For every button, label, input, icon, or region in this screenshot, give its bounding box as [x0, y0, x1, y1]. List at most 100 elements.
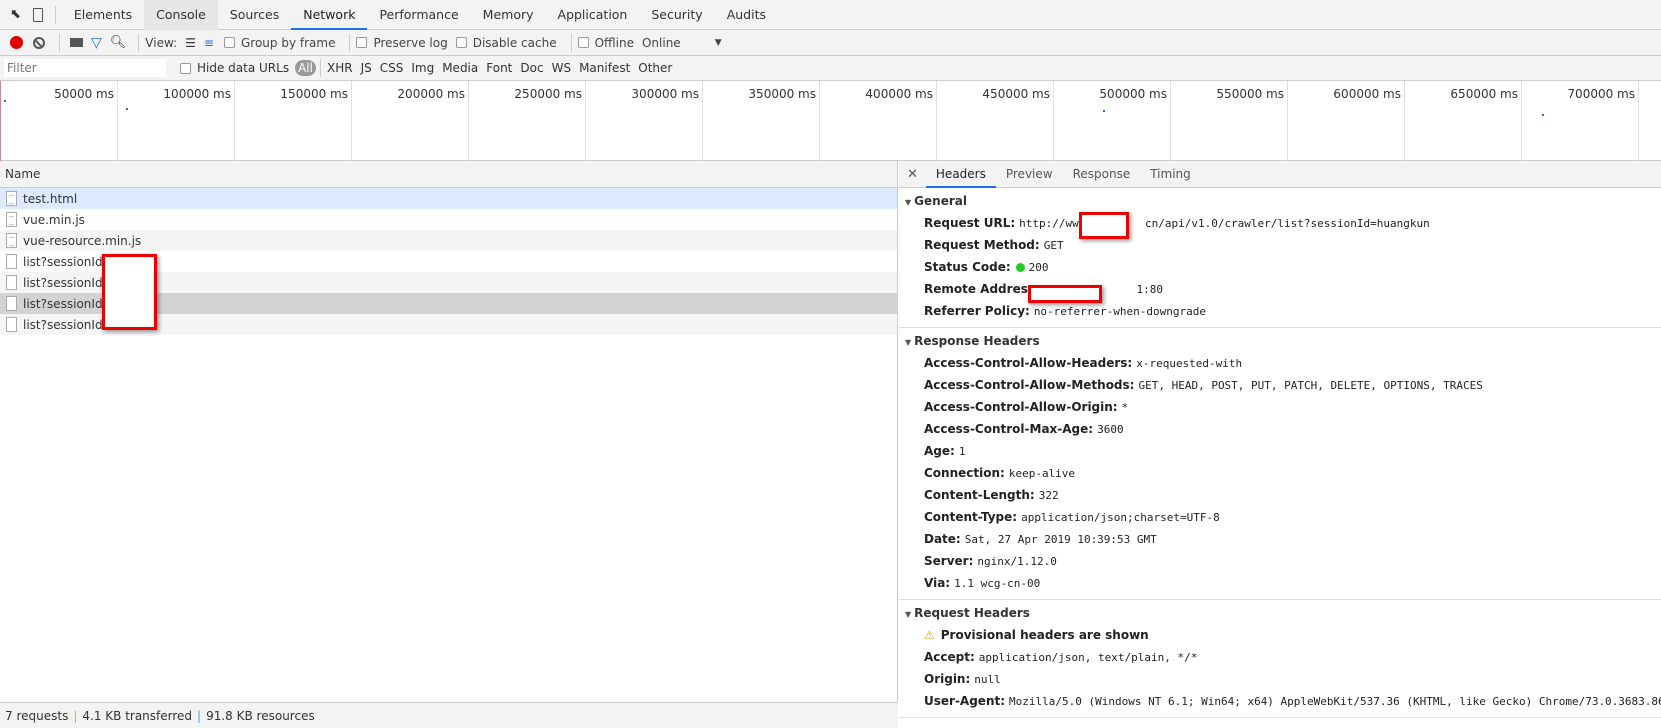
- preserve-log-checkbox[interactable]: Preserve log: [356, 36, 448, 50]
- header-row: Status Code: 200: [899, 256, 1661, 278]
- section-header[interactable]: ▼ Response Headers: [899, 328, 1661, 352]
- timeline-overview[interactable]: 50000 ms 100000 ms 150000 ms 200000 ms 25000…: [0, 81, 1661, 161]
- collapse-triangle-icon: ▼: [905, 610, 912, 619]
- redaction-box: [102, 254, 157, 330]
- file-icon: [6, 296, 17, 311]
- tab-sources[interactable]: Sources: [218, 0, 291, 30]
- file-icon: [6, 233, 17, 248]
- tab-application[interactable]: Application: [546, 0, 640, 30]
- tab-response[interactable]: Response: [1063, 161, 1141, 188]
- status-ok-icon: [1015, 263, 1025, 272]
- group-by-frame-checkbox[interactable]: Group by frame: [224, 36, 335, 50]
- tab-console[interactable]: Console: [144, 0, 218, 30]
- status-bar: 7 requests | 4.1 KB transferred | 91.8 KB …: [0, 702, 898, 728]
- timeline-tick: 600000 ms: [1333, 81, 1405, 161]
- header-value: Sat, 27 Apr 2019 10:39:53 GMT: [964, 533, 1157, 546]
- filter-type-js[interactable]: JS: [361, 61, 372, 75]
- general-section: ▼ General Request URL: http://www. cn/api/v…: [899, 188, 1661, 328]
- request-name: vue.min.js: [23, 212, 85, 227]
- request-row[interactable]: test.html: [0, 188, 897, 209]
- header-value: *: [1121, 401, 1129, 414]
- timeline-tick: 700000 ms: [1567, 81, 1639, 161]
- file-icon: [6, 317, 17, 332]
- header-name: User-Agent:: [924, 694, 1006, 708]
- timeline-tick: 400000 ms: [865, 81, 937, 161]
- file-icon: [6, 191, 17, 206]
- record-icon[interactable]: [10, 36, 23, 49]
- large-rows-icon[interactable]: ☰: [185, 36, 196, 50]
- header-name: Referrer Policy:: [924, 304, 1030, 318]
- offline-checkbox[interactable]: Offline: [577, 36, 634, 50]
- hide-data-urls-checkbox[interactable]: Hide data URLs: [180, 61, 289, 75]
- timeline-tick: 350000 ms: [748, 81, 820, 161]
- column-header-name[interactable]: Name: [0, 161, 897, 188]
- dropdown-arrow-icon: ▼: [714, 37, 722, 48]
- filter-type-other[interactable]: Other: [638, 61, 672, 75]
- filter-type-all[interactable]: All: [295, 60, 316, 76]
- search-icon[interactable]: 🔍︎: [110, 35, 127, 50]
- header-name: Access-Control-Allow-Methods:: [924, 378, 1135, 392]
- tab-memory[interactable]: Memory: [471, 0, 546, 30]
- divider: [59, 33, 60, 52]
- filter-type-font[interactable]: Font: [486, 61, 512, 75]
- header-value: no-referrer-when-downgrade: [1033, 305, 1206, 318]
- filter-type-doc[interactable]: Doc: [520, 61, 543, 75]
- filter-type-manifest[interactable]: Manifest: [579, 61, 630, 75]
- timeline-request-mark: [126, 108, 128, 110]
- camera-icon[interactable]: [70, 38, 83, 47]
- network-toolbar: ▽ 🔍︎ View: ☰ ≡ Group by frame Preserve l…: [0, 30, 1661, 56]
- header-name: Access-Control-Allow-Origin:: [924, 400, 1118, 414]
- timeline-tick-label: 50000 ms: [54, 87, 114, 101]
- inspect-element-icon[interactable]: ⬉: [10, 7, 21, 22]
- divider: [54, 5, 56, 24]
- warning-icon: ⚠: [924, 628, 935, 642]
- tab-headers[interactable]: Headers: [925, 161, 996, 188]
- header-value: Mozilla/5.0 (Windows NT 6.1; Win64; x64)…: [1009, 695, 1661, 708]
- filter-type-img[interactable]: Img: [411, 61, 434, 75]
- waterfall-icon[interactable]: ≡: [204, 36, 214, 50]
- timeline-tick: 550000 ms: [1216, 81, 1288, 161]
- details-tab-bar: ✕ Headers Preview Response Timing: [899, 161, 1661, 188]
- filter-type-ws[interactable]: WS: [552, 61, 571, 75]
- device-toolbar-icon[interactable]: [32, 7, 43, 22]
- filter-type-xhr[interactable]: XHR: [327, 61, 353, 75]
- collapse-triangle-icon: ▼: [905, 198, 912, 207]
- file-icon: [6, 254, 17, 269]
- header-name: Remote Address:: [924, 282, 1040, 296]
- section-header[interactable]: ▼ General: [899, 188, 1661, 212]
- request-row[interactable]: vue-resource.min.js: [0, 230, 897, 251]
- header-name: Request URL:: [924, 216, 1016, 230]
- tab-preview[interactable]: Preview: [996, 161, 1063, 188]
- timeline-tick: 100000 ms: [163, 81, 235, 161]
- tab-elements[interactable]: Elements: [62, 0, 144, 30]
- header-row: Content-Length: 322: [899, 484, 1661, 506]
- tab-performance[interactable]: Performance: [367, 0, 470, 30]
- tab-timing[interactable]: Timing: [1140, 161, 1201, 188]
- redaction-box: [1028, 285, 1102, 303]
- tab-security[interactable]: Security: [639, 0, 714, 30]
- redaction-box: [1079, 212, 1129, 239]
- section-header[interactable]: ▼ Request Headers: [899, 600, 1661, 624]
- transferred-size: 4.1 KB transferred: [82, 708, 193, 723]
- timeline-tick: 150000 ms: [280, 81, 352, 161]
- header-value: keep-alive: [1008, 467, 1076, 480]
- header-value: 1: [958, 445, 966, 458]
- header-row: Server: nginx/1.12.0: [899, 550, 1661, 572]
- header-row: Via: 1.1 wcg-cn-00: [899, 572, 1661, 594]
- header-name: Access-Control-Allow-Headers:: [924, 356, 1133, 370]
- filter-type-css[interactable]: CSS: [380, 61, 404, 75]
- timeline-tick: 650000 ms: [1450, 81, 1522, 161]
- filter-input[interactable]: [4, 59, 166, 77]
- header-row: Referrer Policy: no-referrer-when-downgra…: [899, 300, 1661, 322]
- view-label: View:: [145, 35, 178, 50]
- tab-audits[interactable]: Audits: [715, 0, 778, 30]
- filter-icon[interactable]: ▽: [91, 35, 102, 51]
- request-name: vue-resource.min.js: [23, 233, 142, 248]
- clear-icon[interactable]: [33, 36, 45, 49]
- disable-cache-checkbox[interactable]: Disable cache: [455, 36, 557, 50]
- request-row[interactable]: vue.min.js: [0, 209, 897, 230]
- filter-type-media[interactable]: Media: [442, 61, 478, 75]
- tab-network[interactable]: Network: [291, 0, 368, 30]
- throttling-select[interactable]: Online ▼: [642, 36, 722, 50]
- close-icon[interactable]: ✕: [899, 167, 926, 182]
